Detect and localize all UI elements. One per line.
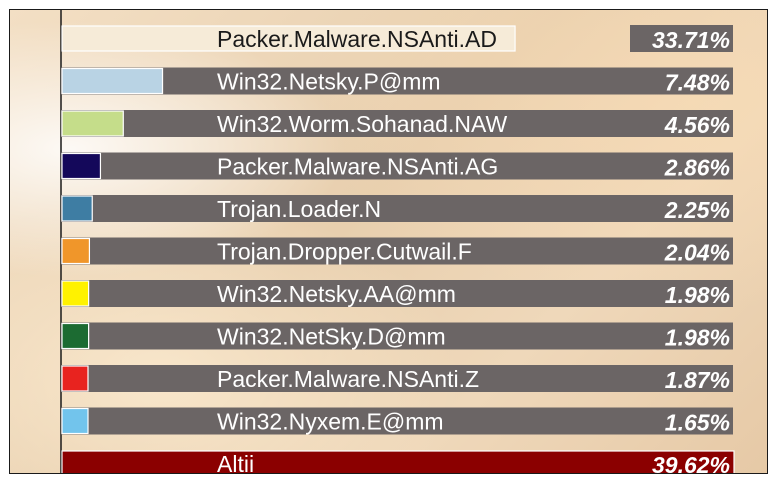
category-label: Altii [217, 451, 254, 473]
category-label: Win32.Nyxem.E@mm [217, 409, 444, 435]
data-label: 7.48% [665, 70, 730, 96]
data-label: 4.56% [664, 112, 730, 138]
bar-chart: Packer.Malware.NSAnti.AD 33.71% Win32.Nets… [60, 10, 735, 473]
bar [61, 237, 91, 265]
chart-frame: Packer.Malware.NSAnti.AD 33.71% Win32.Nets… [9, 9, 768, 474]
data-label: 2.86% [664, 155, 730, 181]
category-label: Win32.Worm.Sohanad.NAW [217, 111, 507, 137]
data-label: 2.25% [664, 197, 730, 223]
category-label: Packer.Malware.NSAnti.AG [217, 154, 498, 180]
bar [61, 152, 102, 180]
data-label: 1.98% [665, 282, 730, 308]
category-label: Win32.Netsky.AA@mm [217, 281, 456, 307]
bar [61, 110, 124, 137]
bar [61, 322, 90, 350]
category-label: Packer.Malware.NSAnti.AD [217, 26, 497, 52]
category-label: Win32.NetSky.D@mm [217, 324, 446, 350]
data-label: 2.04% [664, 240, 730, 266]
category-label: Trojan.Dropper.Cutwail.F [217, 239, 472, 265]
category-label: Trojan.Loader.N [217, 196, 381, 222]
bar [61, 280, 90, 307]
data-label: 33.71% [652, 27, 730, 53]
bar [61, 365, 89, 392]
data-label: 1.87% [665, 367, 730, 393]
bar-track [61, 195, 733, 222]
bar [61, 195, 93, 222]
data-label: 1.98% [665, 325, 730, 351]
bar [61, 407, 89, 435]
category-label: Packer.Malware.NSAnti.Z [217, 366, 479, 392]
bar [61, 67, 164, 95]
category-label: Win32.Netsky.P@mm [217, 69, 441, 95]
data-label: 39.62% [652, 452, 730, 473]
data-label: 1.65% [665, 410, 730, 436]
bar [61, 450, 735, 473]
